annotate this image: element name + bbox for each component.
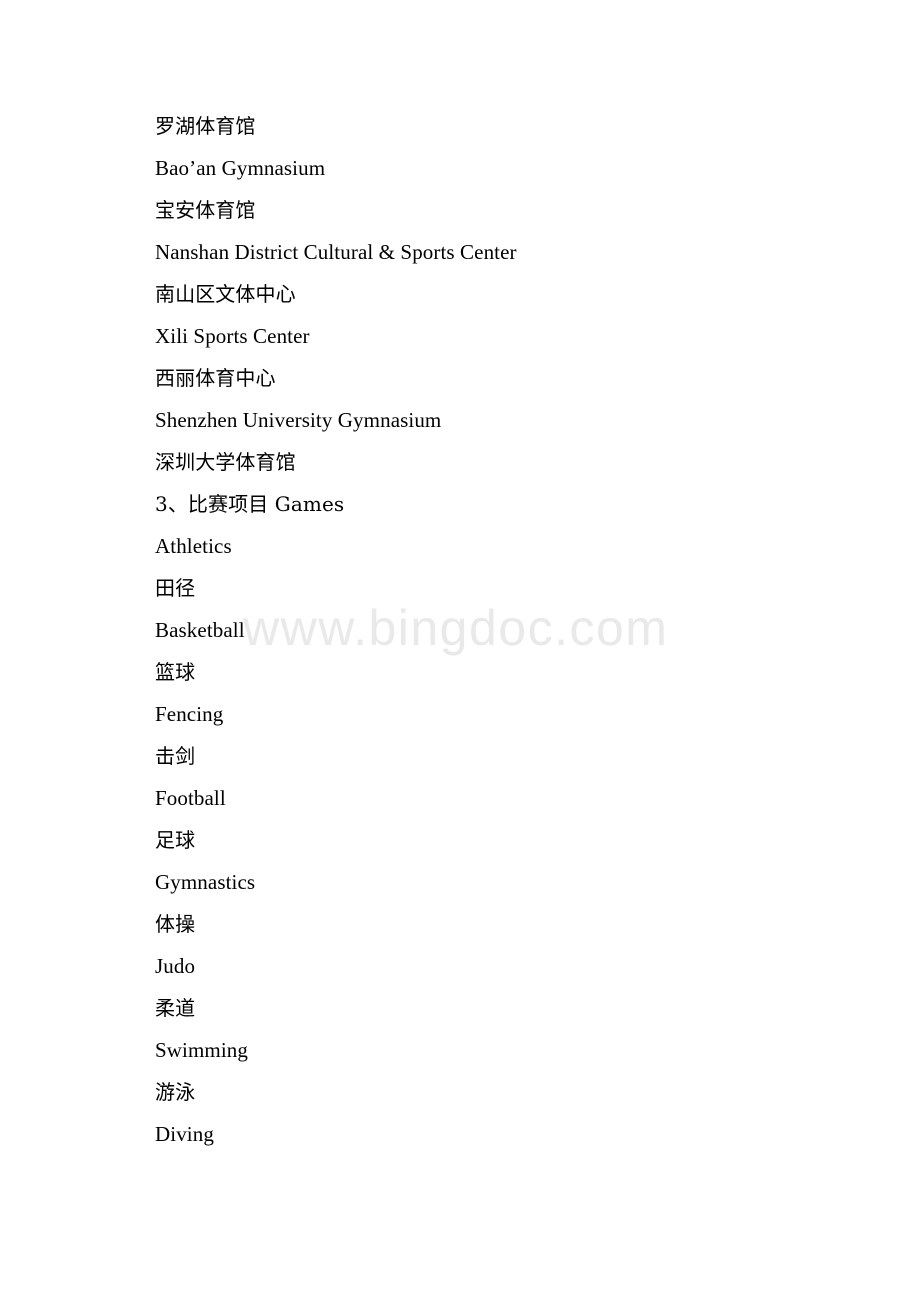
- document-line: 游泳: [155, 1080, 196, 1104]
- document-line: 南山区文体中心: [155, 282, 296, 306]
- document-line: Gymnastics: [155, 870, 256, 894]
- document-line: Fencing: [155, 702, 224, 726]
- document-line: 田径: [155, 576, 196, 600]
- document-text-body: 罗湖体育馆 Bao’an Gymnasium 宝安体育馆 Nanshan Distri…: [155, 105, 855, 1155]
- document-line: 体操: [155, 912, 196, 936]
- document-line: Swimming: [155, 1038, 248, 1062]
- document-line: 西丽体育中心: [155, 366, 276, 390]
- document-line: Diving: [155, 1122, 214, 1146]
- document-page: 罗湖体育馆 Bao’an Gymnasium 宝安体育馆 Nanshan Distri…: [0, 0, 920, 1302]
- document-line: 柔道: [155, 996, 196, 1020]
- document-line: 罗湖体育馆: [155, 114, 256, 138]
- document-line: Basketball: [155, 618, 245, 642]
- document-line: Judo: [155, 954, 196, 978]
- document-line: Bao’an Gymnasium: [155, 156, 326, 180]
- document-line: 篮球: [155, 660, 196, 684]
- document-line: 足球: [155, 828, 196, 852]
- document-line: Athletics: [155, 534, 232, 558]
- document-line: 3、比赛项目 Games: [155, 492, 345, 516]
- document-line: 宝安体育馆: [155, 198, 256, 222]
- document-line: 深圳大学体育馆: [155, 450, 296, 474]
- document-line: Xili Sports Center: [155, 324, 310, 348]
- document-line: Football: [155, 786, 226, 810]
- document-line: 击剑: [155, 744, 196, 768]
- document-line: Nanshan District Cultural & Sports Cente…: [155, 240, 517, 264]
- document-line: Shenzhen University Gymnasium: [155, 408, 442, 432]
